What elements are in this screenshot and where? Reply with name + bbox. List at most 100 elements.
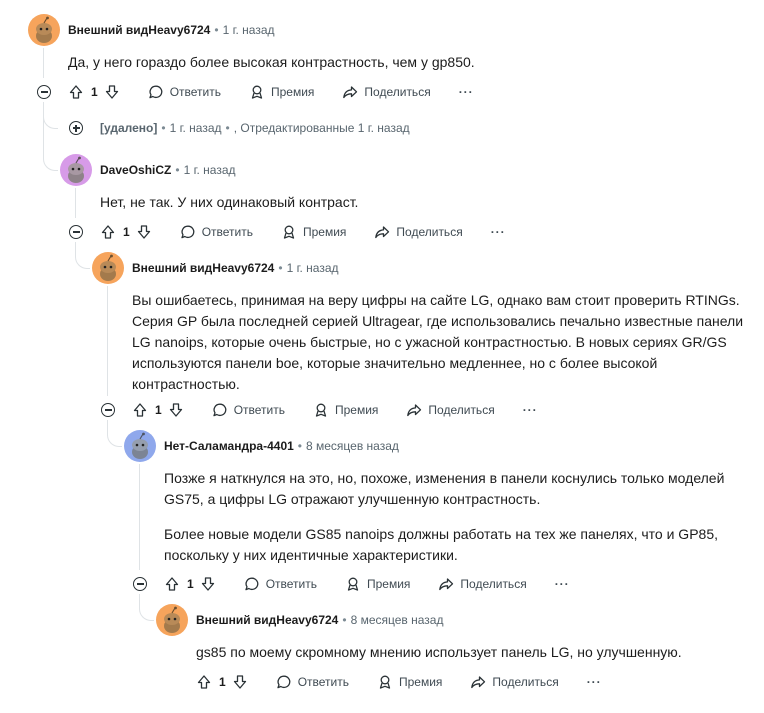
reply-button[interactable]: Ответить [212, 402, 285, 418]
timestamp[interactable]: 8 месяцев назад [306, 439, 399, 453]
more-options-button[interactable]: ··· [491, 225, 506, 239]
timestamp[interactable]: 1 г. назад [223, 23, 275, 37]
award-label: Премия [366, 577, 411, 591]
collapse-thread-button[interactable] [69, 225, 83, 239]
comment-meta: DaveOshiCZ • 1 г. назад [100, 163, 236, 177]
award-label: Премия [302, 225, 347, 239]
comment-meta: [удалено] • 1 г. назад • , Отредактирова… [100, 121, 410, 135]
upvote-icon[interactable] [132, 402, 148, 418]
snoo-avatar-icon [164, 606, 180, 633]
more-options-icon: ··· [490, 225, 506, 239]
award-button[interactable]: Премия [313, 402, 378, 418]
separator-dot: • [175, 163, 180, 177]
avatar[interactable] [156, 604, 188, 636]
timestamp[interactable]: 1 г. назад [287, 261, 339, 275]
award-button[interactable]: Премия [345, 576, 410, 592]
author-name[interactable]: Внешний видHeavy6724 [68, 23, 210, 37]
vote-score: 1 [91, 85, 98, 99]
award-icon [379, 675, 391, 689]
comment-actions: 1 Ответить Премия Поделиться ··· [196, 670, 630, 694]
deleted-label: [удалено] [100, 121, 158, 135]
downvote-icon[interactable] [136, 224, 152, 240]
share-button[interactable]: Поделиться [374, 224, 463, 240]
award-icon [315, 403, 327, 417]
author-name[interactable]: Внешний видHeavy6724 [196, 613, 338, 627]
reply-button[interactable]: Ответить [148, 84, 221, 100]
more-options-button[interactable]: ··· [555, 577, 570, 591]
comment-paragraph: Позже я наткнулся на это, но, похоже, из… [164, 470, 725, 507]
more-options-icon: ··· [458, 85, 474, 99]
comment-meta: Нет-Саламандра-4401 • 8 месяцев назад [164, 439, 399, 453]
downvote-icon[interactable] [104, 84, 120, 100]
award-icon [347, 577, 359, 591]
vote-score: 1 [219, 675, 226, 689]
author-name[interactable]: DaveOshiCZ [100, 163, 171, 177]
share-button[interactable]: Поделиться [470, 674, 559, 690]
avatar[interactable] [92, 252, 124, 284]
award-label: Премия [270, 85, 315, 99]
award-button[interactable]: Премия [377, 674, 442, 690]
reply-label: Ответить [265, 577, 317, 591]
comment-body: gs85 по моему скромному мнению используе… [196, 642, 751, 663]
share-icon [471, 676, 486, 689]
more-options-button[interactable]: ··· [587, 675, 602, 689]
vote-score: 1 [155, 403, 162, 417]
share-button[interactable]: Поделиться [438, 576, 527, 592]
author-name[interactable]: Нет-Саламандра-4401 [164, 439, 294, 453]
timestamp[interactable]: 8 месяцев назад [351, 613, 444, 627]
comment-meta: Внешний видHeavy6724 • 1 г. назад [68, 23, 275, 37]
vote-score: 1 [187, 577, 194, 591]
separator-dot: • [342, 613, 347, 627]
downvote-icon[interactable] [232, 674, 248, 690]
avatar[interactable] [28, 14, 60, 46]
comment-meta: Внешний видHeavy6724 • 1 г. назад [132, 261, 339, 275]
more-options-button[interactable]: ··· [523, 403, 538, 417]
comment-bubble-icon [245, 577, 259, 591]
downvote-icon[interactable] [168, 402, 184, 418]
collapse-thread-button[interactable] [37, 85, 51, 99]
comment-bubble-icon [277, 675, 291, 689]
snoo-avatar-icon [132, 432, 148, 459]
comment-paragraph: Более новые модели GS85 nanoips должны р… [164, 526, 718, 563]
upvote-icon[interactable] [100, 224, 116, 240]
reply-label: Ответить [297, 675, 349, 689]
share-icon [375, 226, 390, 239]
collapse-thread-button[interactable] [133, 577, 147, 591]
reply-label: Ответить [233, 403, 285, 417]
avatar[interactable] [124, 430, 156, 462]
downvote-icon[interactable] [200, 576, 216, 592]
comment-body: Да, у него гораздо более высокая контрас… [68, 52, 728, 73]
reply-button[interactable]: Ответить [180, 224, 253, 240]
timestamp[interactable]: 1 г. назад [170, 121, 222, 135]
comment-actions: 1 Ответить Премия Поделиться ··· [132, 398, 566, 422]
award-label: Премия [398, 675, 443, 689]
more-options-button[interactable]: ··· [459, 85, 474, 99]
upvote-icon[interactable] [196, 674, 212, 690]
award-button[interactable]: Премия [249, 84, 314, 100]
share-icon [343, 86, 358, 99]
reply-button[interactable]: Ответить [244, 576, 317, 592]
share-button[interactable]: Поделиться [406, 402, 495, 418]
award-button[interactable]: Премия [281, 224, 346, 240]
share-label: Поделиться [428, 403, 495, 417]
snoo-avatar-icon [100, 254, 116, 281]
share-icon [407, 404, 422, 417]
edited-label: , Отредактированные 1 г. назад [233, 121, 410, 135]
upvote-icon[interactable] [68, 84, 84, 100]
comment-actions: 1 Ответить Премия Поделиться ··· [100, 220, 534, 244]
comment-actions: 1 Ответить Премия Поделиться ··· [164, 572, 598, 596]
comment-paragraph: gs85 по моему скромному мнению используе… [196, 644, 682, 660]
upvote-icon[interactable] [164, 576, 180, 592]
timestamp[interactable]: 1 г. назад [184, 163, 236, 177]
award-label: Премия [334, 403, 379, 417]
share-label: Поделиться [460, 577, 527, 591]
expand-thread-button[interactable] [69, 121, 83, 135]
share-button[interactable]: Поделиться [342, 84, 431, 100]
collapse-thread-button[interactable] [101, 403, 115, 417]
reply-button[interactable]: Ответить [276, 674, 349, 690]
reply-label: Ответить [201, 225, 253, 239]
comment-paragraph: Нет, не так. У них одинаковый контраст. [100, 194, 359, 210]
share-label: Поделиться [364, 85, 431, 99]
author-name[interactable]: Внешний видHeavy6724 [132, 261, 274, 275]
avatar[interactable] [60, 154, 92, 186]
